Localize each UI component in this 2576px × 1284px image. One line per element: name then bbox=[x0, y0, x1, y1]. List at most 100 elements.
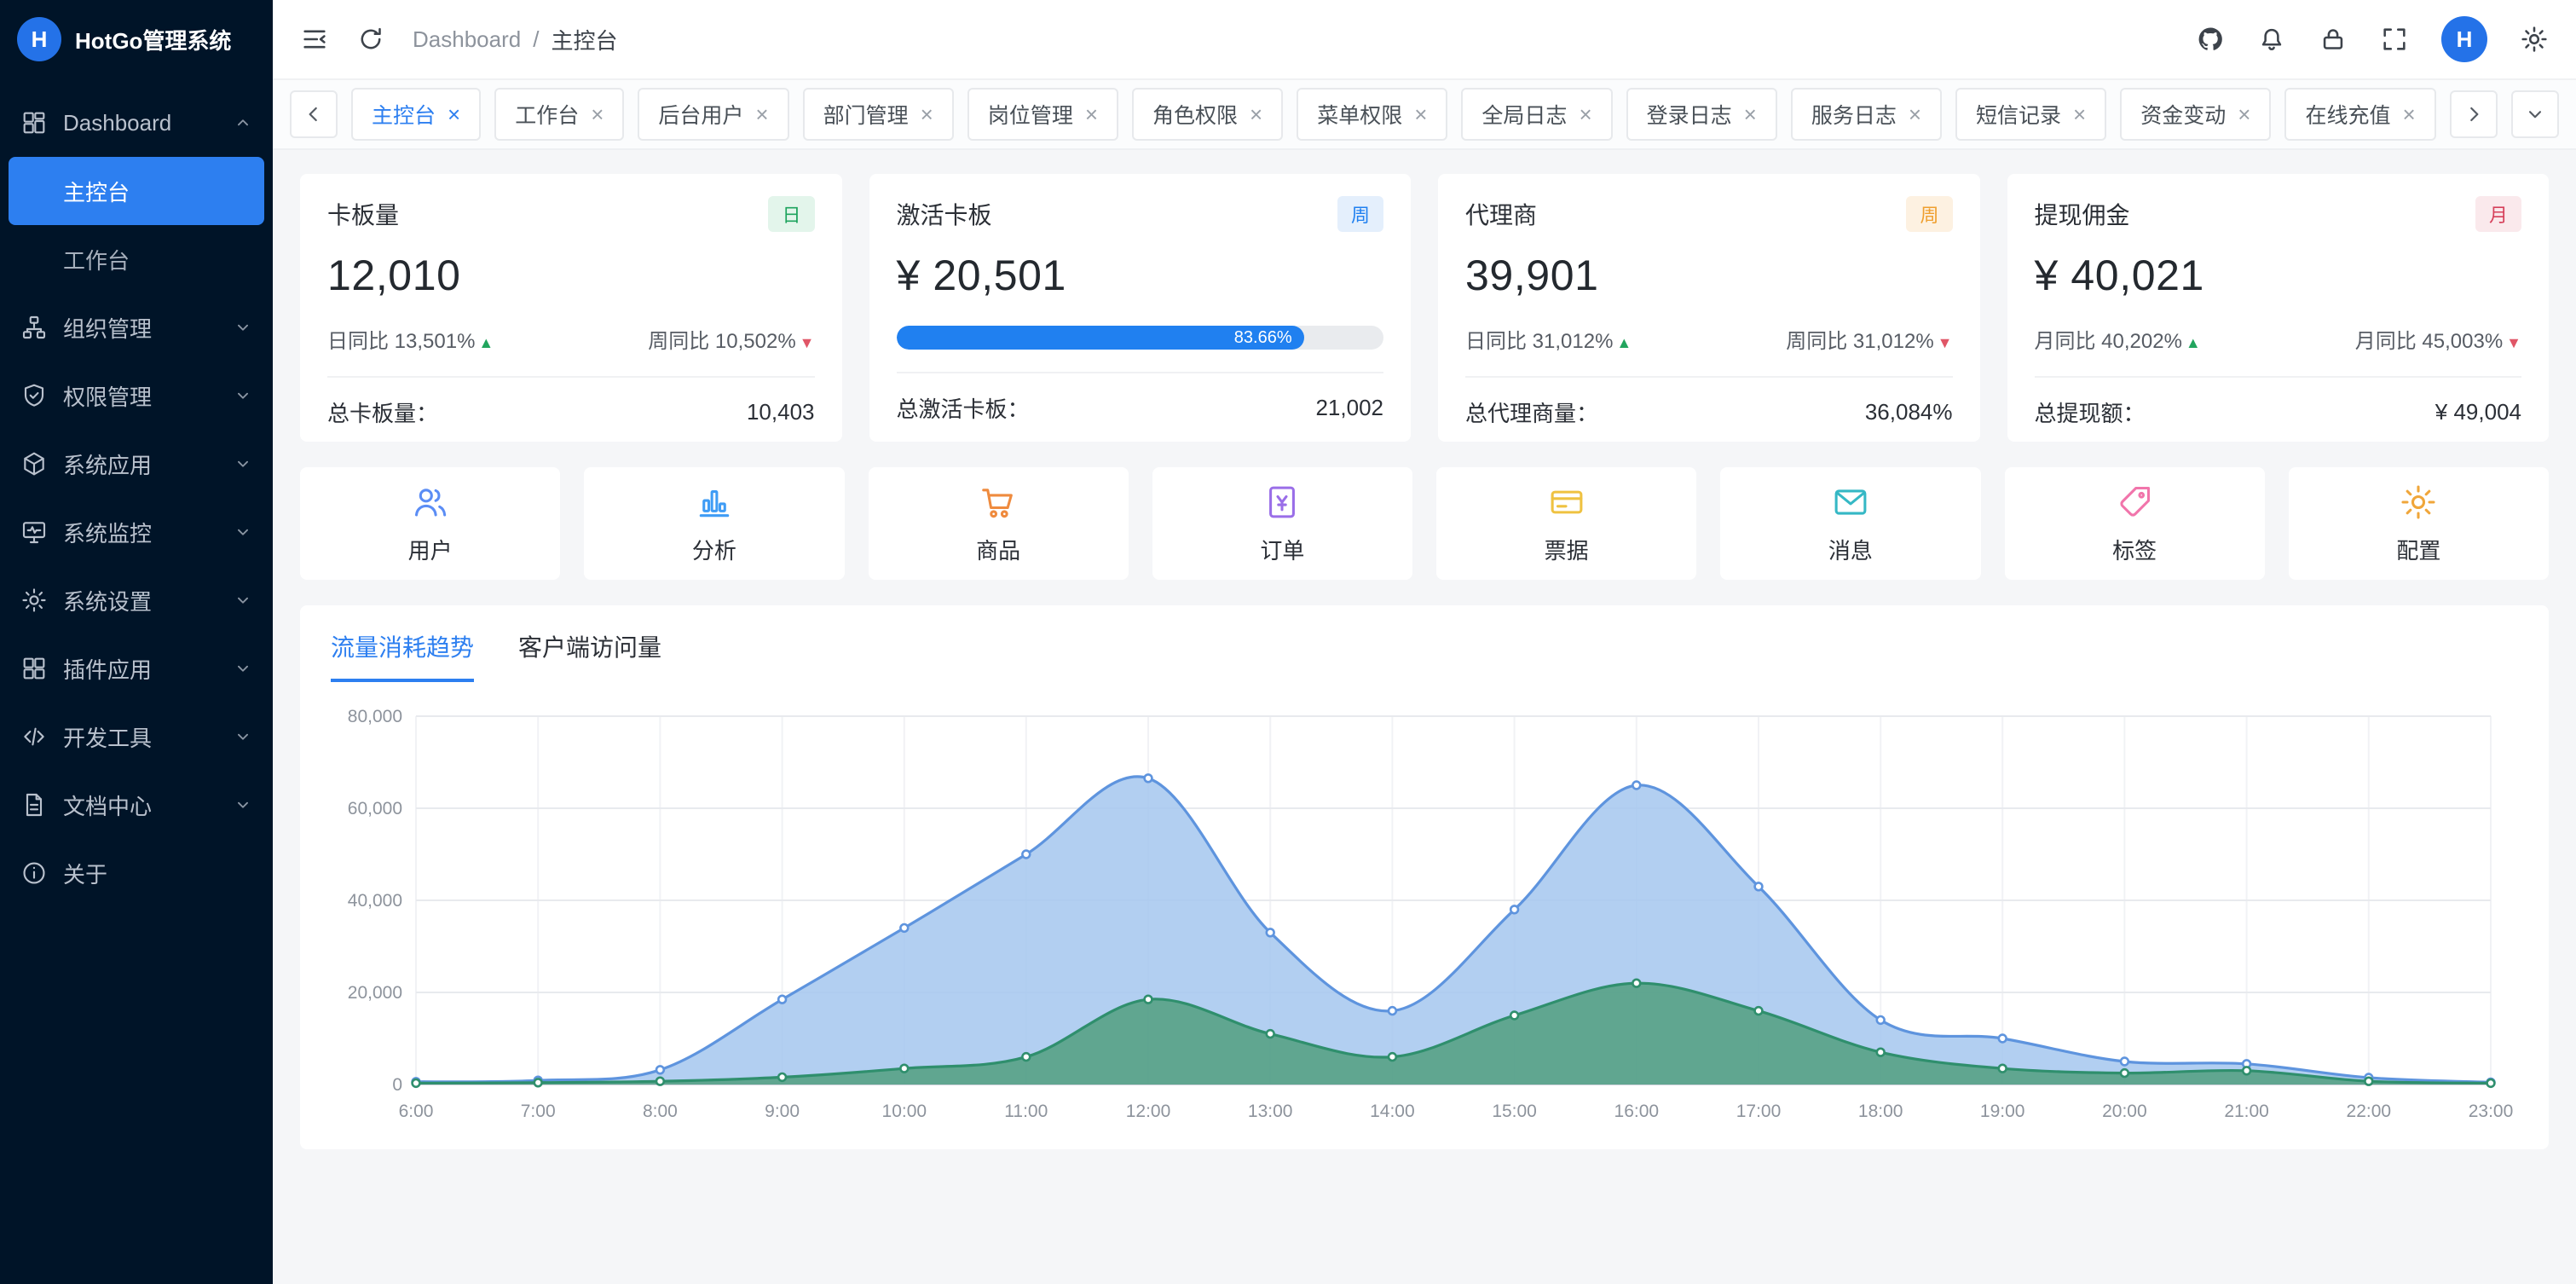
progress-bar: 83.66% bbox=[897, 326, 1384, 350]
sidebar-item-permission[interactable]: 权限管理 bbox=[0, 361, 273, 430]
sidebar-item-workbench[interactable]: 工作台 bbox=[9, 225, 264, 293]
refresh-icon[interactable] bbox=[356, 25, 385, 54]
settings-gear-icon[interactable] bbox=[2520, 25, 2549, 54]
sidebar-item-about[interactable]: 关于 bbox=[0, 839, 273, 907]
sidebar-item-system-settings[interactable]: 系统设置 bbox=[0, 566, 273, 634]
tab-console[interactable]: 主控台× bbox=[351, 88, 481, 141]
sidebar-item-organization[interactable]: 组织管理 bbox=[0, 293, 273, 361]
sidebar-item-dev-tools[interactable]: 开发工具 bbox=[0, 703, 273, 771]
sidebar-item-system-app[interactable]: 系统应用 bbox=[0, 430, 273, 498]
tab-close-icon[interactable]: × bbox=[1414, 103, 1427, 125]
sidebar-item-dashboard[interactable]: Dashboard bbox=[0, 89, 273, 157]
tab-close-icon[interactable]: × bbox=[2073, 103, 2086, 125]
quick-actions-row: 用户分析 商品订单票据 消息标签配置 bbox=[300, 467, 2549, 580]
app-root: H HotGo管理系统 Dashboard主控台工作台组织管理权限管理系统应用系… bbox=[0, 0, 2576, 1284]
tab-fund-changes[interactable]: 资金变动× bbox=[2120, 88, 2271, 141]
trend-down-arrow-icon: ▼ bbox=[2506, 334, 2521, 351]
quick-action-config[interactable]: 配置 bbox=[2289, 467, 2549, 580]
tab-sms-records[interactable]: 短信记录× bbox=[1955, 88, 2106, 141]
dashboard-icon bbox=[20, 109, 48, 136]
svg-text:23:00: 23:00 bbox=[2469, 1102, 2514, 1121]
tab-menu-permissions[interactable]: 菜单权限× bbox=[1297, 88, 1447, 141]
chevron-down-icon bbox=[234, 727, 252, 746]
stat-card-title: 卡板量 bbox=[327, 197, 399, 231]
chevron-down-icon bbox=[234, 386, 252, 405]
tab-role-permissions[interactable]: 角色权限× bbox=[1132, 88, 1283, 141]
sidebar-item-plugin[interactable]: 插件应用 bbox=[0, 634, 273, 703]
sidebar-item-console[interactable]: 主控台 bbox=[9, 157, 264, 225]
tab-close-icon[interactable]: × bbox=[2402, 103, 2415, 125]
tab-close-icon[interactable]: × bbox=[1744, 103, 1757, 125]
stat-card-title: 提现佣金 bbox=[2035, 197, 2130, 231]
goods-cart-icon bbox=[979, 483, 1018, 522]
quick-action-goods[interactable]: 商品 bbox=[869, 467, 1129, 580]
tab-close-icon[interactable]: × bbox=[2238, 103, 2250, 125]
permission-shield-icon bbox=[20, 382, 48, 409]
quick-action-tickets[interactable]: 票据 bbox=[1436, 467, 1696, 580]
app-logo[interactable]: H HotGo管理系统 bbox=[0, 0, 273, 78]
stat-card-footer-label: 总代理商量： bbox=[1465, 396, 1598, 428]
chart-tab-client-visits[interactable]: 客户端访问量 bbox=[518, 629, 661, 682]
tab-posts[interactable]: 岗位管理 × bbox=[967, 88, 1118, 141]
screen-lock-icon[interactable] bbox=[2319, 25, 2348, 54]
breadcrumb: Dashboard / 主控台 bbox=[413, 24, 617, 55]
tabs-scroll-right-button[interactable] bbox=[2450, 90, 2498, 138]
user-avatar[interactable]: H bbox=[2441, 16, 2487, 62]
quick-action-analysis[interactable]: 分析 bbox=[584, 467, 844, 580]
messages-icon bbox=[1831, 483, 1870, 522]
tab-admin-users[interactable]: 后台用户× bbox=[638, 88, 788, 141]
tab-login-logs[interactable]: 登录日志× bbox=[1626, 88, 1777, 141]
tab-departments[interactable]: 部门管理 × bbox=[803, 88, 954, 141]
tab-label: 岗位管理 bbox=[988, 99, 1073, 130]
stat-card-footer-value: 21,002 bbox=[1315, 395, 1383, 421]
quick-action-label: 票据 bbox=[1545, 534, 1589, 565]
tab-workbench[interactable]: 工作台× bbox=[494, 88, 624, 141]
tabs-scroll-left-button[interactable] bbox=[290, 90, 338, 138]
quick-action-label: 分析 bbox=[692, 534, 736, 565]
stat-card-footer: 总提现额：¥ 49,004 bbox=[2035, 376, 2522, 446]
sidebar-item-docs[interactable]: 文档中心 bbox=[0, 771, 273, 839]
tabs-menu-button[interactable] bbox=[2511, 90, 2559, 138]
quick-action-users[interactable]: 用户 bbox=[300, 467, 560, 580]
quick-action-tags[interactable]: 标签 bbox=[2005, 467, 2265, 580]
trend-down-arrow-icon: ▼ bbox=[800, 334, 815, 351]
trend-text: 月同比 40,202% bbox=[2035, 330, 2182, 353]
tab-online-recharge[interactable]: 在线充值 × bbox=[2284, 88, 2435, 141]
notification-bell-icon[interactable] bbox=[2257, 25, 2286, 54]
tab-close-icon[interactable]: × bbox=[591, 103, 604, 125]
quick-action-orders[interactable]: 订单 bbox=[1152, 467, 1412, 580]
tab-close-icon[interactable]: × bbox=[1909, 103, 1921, 125]
tab-close-icon[interactable]: × bbox=[1085, 103, 1098, 125]
tab-label: 在线充值 bbox=[2305, 99, 2390, 130]
tab-label: 部门管理 bbox=[823, 99, 909, 130]
sidebar-item-label: 系统应用 bbox=[63, 448, 218, 480]
chevron-down-icon bbox=[234, 591, 252, 610]
tab-close-icon[interactable]: × bbox=[921, 103, 933, 125]
tab-close-icon[interactable]: × bbox=[755, 103, 768, 125]
tab-global-logs[interactable]: 全局日志× bbox=[1461, 88, 1612, 141]
stat-card-header: 提现佣金月 bbox=[2035, 196, 2522, 232]
chevron-down-icon bbox=[234, 318, 252, 337]
sidebar-item-system-monitor[interactable]: 系统监控 bbox=[0, 498, 273, 566]
svg-text:20:00: 20:00 bbox=[2102, 1102, 2147, 1121]
github-icon[interactable] bbox=[2196, 25, 2225, 54]
collapse-sidebar-icon[interactable] bbox=[300, 25, 329, 54]
tab-close-icon[interactable]: × bbox=[1250, 103, 1262, 125]
sidebar-item-label: 开发工具 bbox=[63, 721, 218, 753]
stat-card-header: 代理商周 bbox=[1465, 196, 1953, 232]
about-icon bbox=[20, 859, 48, 887]
svg-text:10:00: 10:00 bbox=[882, 1102, 927, 1121]
svg-text:80,000: 80,000 bbox=[348, 707, 402, 726]
chart-tab-traffic-trend[interactable]: 流量消耗趋势 bbox=[331, 629, 474, 682]
chevron-down-icon bbox=[234, 659, 252, 678]
chevron-down-icon bbox=[234, 523, 252, 541]
tab-close-icon[interactable]: × bbox=[1579, 103, 1591, 125]
tab-close-icon[interactable]: × bbox=[448, 103, 460, 125]
tab-service-logs[interactable]: 服务日志× bbox=[1791, 88, 1942, 141]
svg-text:16:00: 16:00 bbox=[1614, 1102, 1660, 1121]
fullscreen-icon[interactable] bbox=[2380, 25, 2409, 54]
quick-action-messages[interactable]: 消息 bbox=[1720, 467, 1980, 580]
trend-up: 日同比 31,012%▲ bbox=[1465, 324, 1632, 354]
stat-card-header: 卡板量日 bbox=[327, 196, 815, 232]
breadcrumb-root[interactable]: Dashboard bbox=[413, 26, 521, 53]
